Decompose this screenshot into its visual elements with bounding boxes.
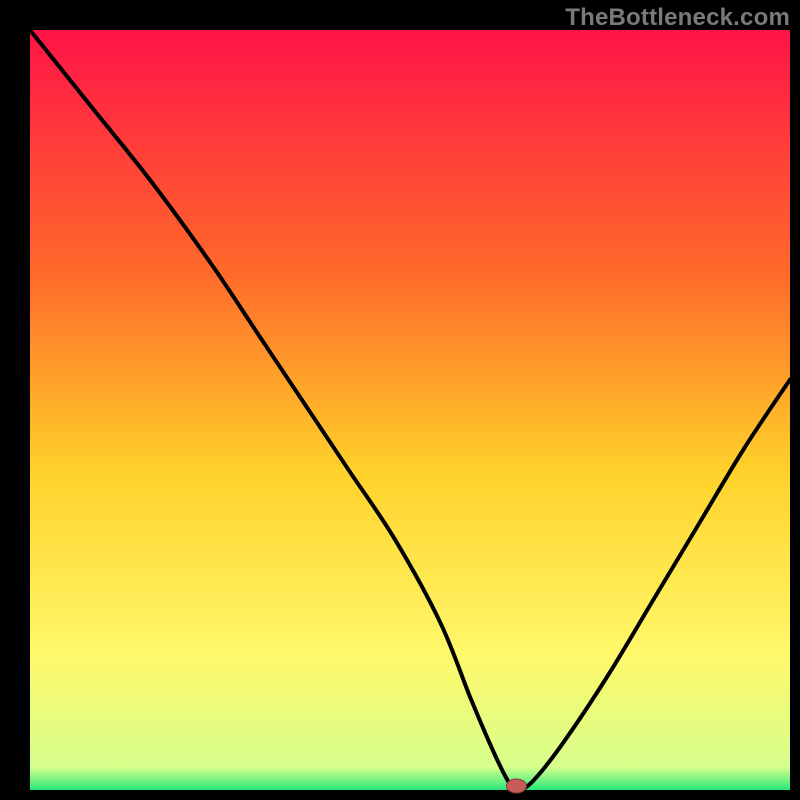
bottleneck-chart xyxy=(0,0,800,800)
chart-frame: { "watermark": "TheBottleneck.com", "col… xyxy=(0,0,800,800)
plot-background xyxy=(30,30,790,790)
watermark-text: TheBottleneck.com xyxy=(565,4,790,32)
optimal-marker xyxy=(506,779,526,793)
